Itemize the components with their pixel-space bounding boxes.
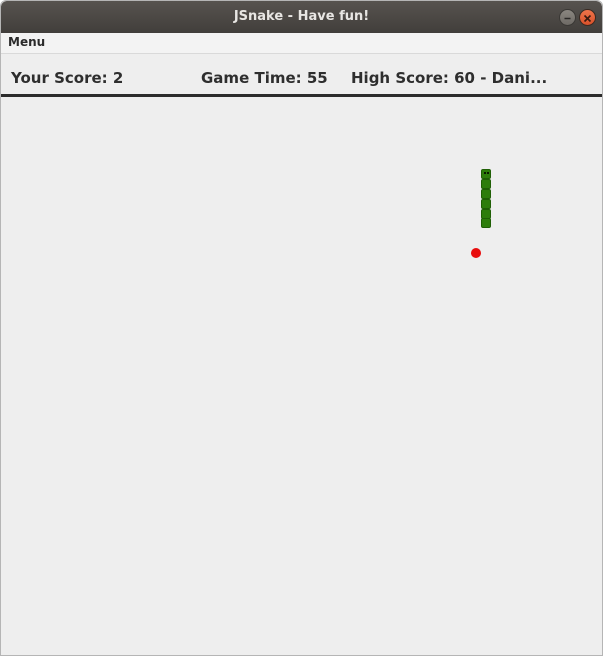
- your-score-label: Your Score: 2: [11, 69, 124, 87]
- snake-segment: [481, 199, 491, 209]
- minimize-icon: [563, 8, 572, 27]
- snake-eye: [484, 172, 486, 174]
- snake-eye: [487, 172, 489, 174]
- title-bar[interactable]: JSnake - Have fun!: [1, 1, 602, 33]
- snake-segment: [481, 189, 491, 199]
- close-icon: [583, 8, 592, 27]
- game-time-label: Game Time: 55: [201, 69, 328, 87]
- menu-bar: Menu: [1, 33, 602, 54]
- menu-button[interactable]: Menu: [8, 35, 45, 49]
- minimize-button[interactable]: [559, 9, 576, 26]
- snake-head: [481, 169, 491, 179]
- close-button[interactable]: [579, 9, 596, 26]
- snake-segment: [481, 218, 491, 228]
- high-score-label: High Score: 60 - Dani...: [351, 69, 548, 87]
- food-apple: [471, 248, 481, 258]
- score-bar: Your Score: 2 Game Time: 55 High Score: …: [1, 54, 602, 94]
- window-title: JSnake - Have fun!: [233, 9, 370, 24]
- game-window: JSnake - Have fun! Menu Your Score: 2 Ga…: [0, 0, 603, 656]
- snake-segment: [481, 179, 491, 189]
- game-field[interactable]: [1, 97, 602, 655]
